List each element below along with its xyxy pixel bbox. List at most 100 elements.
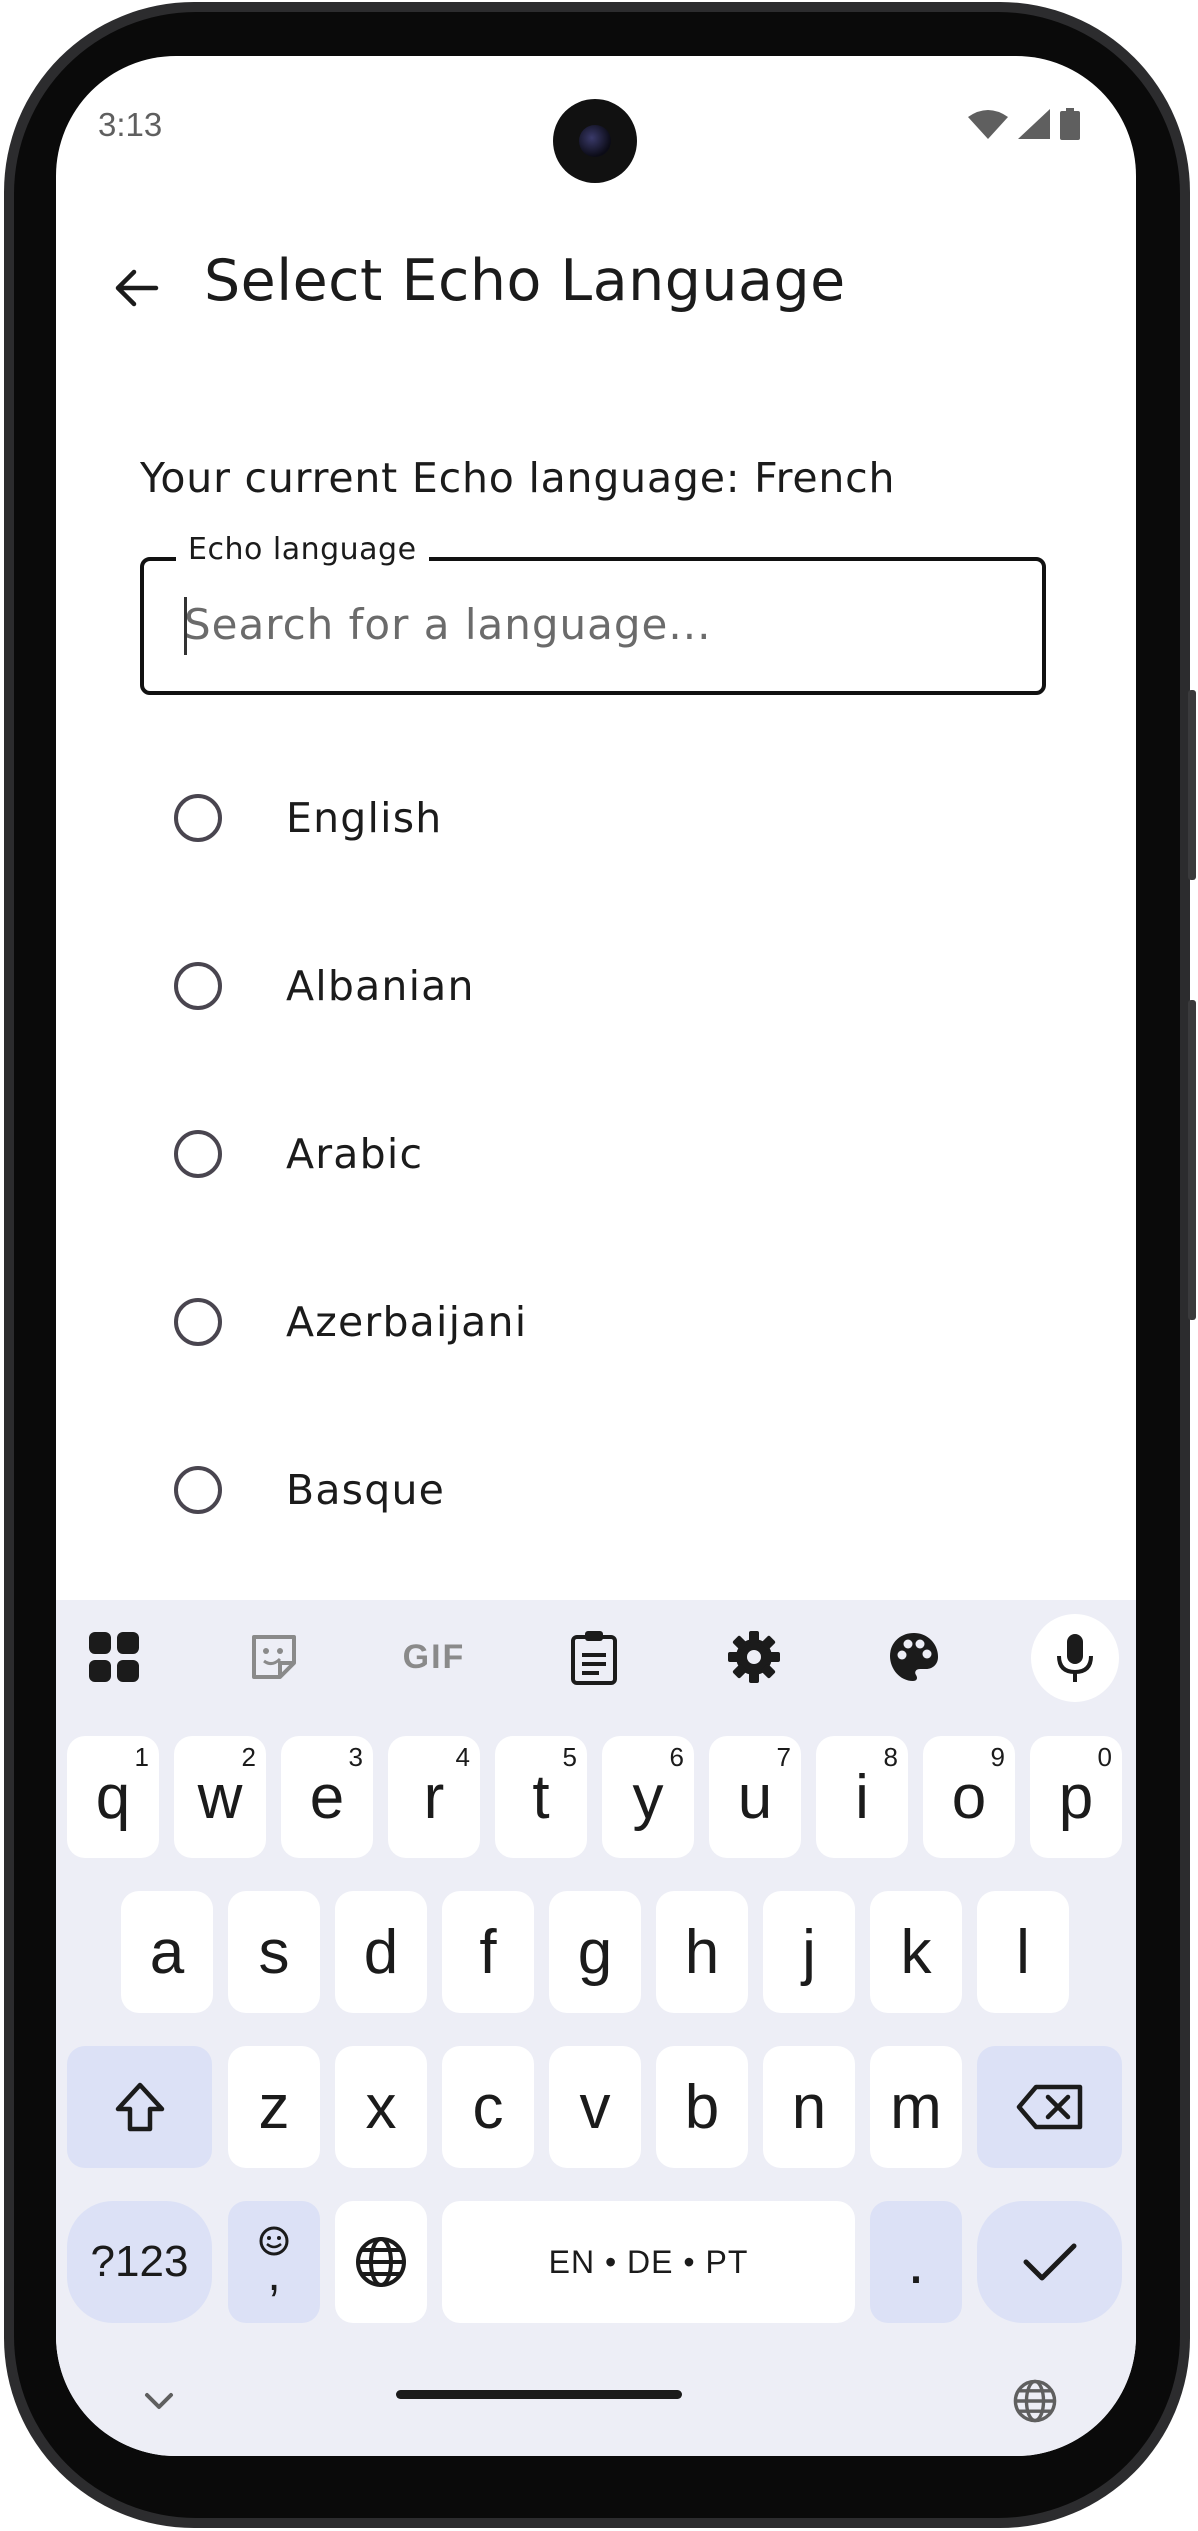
key-o[interactable]: o9 xyxy=(923,1736,1015,1858)
settings-button[interactable] xyxy=(709,1612,799,1702)
voice-input-button[interactable] xyxy=(1031,1614,1119,1702)
text-cursor xyxy=(184,597,187,655)
key-label: p xyxy=(1058,1762,1094,1832)
radio-button[interactable] xyxy=(174,1466,222,1514)
sticker-icon xyxy=(252,1635,296,1679)
shift-key[interactable] xyxy=(67,2046,212,2168)
key-z[interactable]: z xyxy=(228,2046,320,2168)
key-v[interactable]: v xyxy=(549,2046,641,2168)
language-label: Basque xyxy=(286,1466,446,1514)
clipboard-icon xyxy=(571,1631,617,1685)
theme-button[interactable] xyxy=(869,1612,959,1702)
radio-button[interactable] xyxy=(174,962,222,1010)
language-option-albanian[interactable]: Albanian xyxy=(140,926,1046,1046)
key-j[interactable]: j xyxy=(763,1891,855,2013)
key-m[interactable]: m xyxy=(870,2046,962,2168)
key-h[interactable]: h xyxy=(656,1891,748,2013)
key-e[interactable]: e3 xyxy=(281,1736,373,1858)
key-label: i xyxy=(855,1762,869,1832)
key-hint: 1 xyxy=(134,1742,149,1772)
key-hint: 5 xyxy=(562,1742,577,1772)
settings-gear-icon xyxy=(728,1631,780,1683)
language-label: Azerbaijani xyxy=(286,1298,528,1346)
key-k[interactable]: k xyxy=(870,1891,962,2013)
microphone-icon xyxy=(1057,1634,1093,1682)
key-label: w xyxy=(197,1762,243,1832)
radio-button[interactable] xyxy=(174,1130,222,1178)
current-language-text: Your current Echo language: French xyxy=(140,454,896,502)
key-hint: 0 xyxy=(1097,1742,1112,1772)
sticker-button[interactable] xyxy=(229,1612,319,1702)
key-c[interactable]: c xyxy=(442,2046,534,2168)
chevron-down-icon xyxy=(145,2393,173,2409)
key-t[interactable]: t5 xyxy=(495,1736,587,1858)
screen: 3:13 Select Echo Language Your current E… xyxy=(56,56,1136,2456)
key-b[interactable]: b xyxy=(656,2046,748,2168)
key-g[interactable]: g xyxy=(549,1891,641,2013)
key-hint: 9 xyxy=(990,1742,1005,1772)
language-search-field[interactable] xyxy=(140,557,1046,695)
language-switch-key[interactable] xyxy=(335,2201,427,2323)
radio-button[interactable] xyxy=(174,1298,222,1346)
language-option-english[interactable]: English xyxy=(140,758,1046,878)
backspace-key[interactable] xyxy=(977,2046,1122,2168)
phone-frame: 3:13 Select Echo Language Your current E… xyxy=(0,0,1198,2531)
globe-icon xyxy=(356,2237,406,2287)
key-a[interactable]: a xyxy=(121,1891,213,2013)
enter-done-key[interactable] xyxy=(977,2201,1122,2323)
key-label: t xyxy=(532,1762,550,1832)
key-u[interactable]: u7 xyxy=(709,1736,801,1858)
key-s[interactable]: s xyxy=(228,1891,320,2013)
key-w[interactable]: w2 xyxy=(174,1736,266,1858)
back-button[interactable] xyxy=(100,252,172,324)
status-icons xyxy=(968,108,1080,140)
key-hint: 8 xyxy=(883,1742,898,1772)
language-option-basque[interactable]: Basque xyxy=(140,1430,1046,1550)
hide-keyboard-button[interactable] xyxy=(119,2361,199,2441)
key-y[interactable]: y6 xyxy=(602,1736,694,1858)
key-label: o xyxy=(951,1762,987,1832)
power-button xyxy=(1188,690,1196,880)
key-x[interactable]: x xyxy=(335,2046,427,2168)
palette-icon xyxy=(890,1633,938,1681)
backspace-icon xyxy=(1016,2084,1082,2130)
symbols-key[interactable]: ?123 xyxy=(67,2201,212,2323)
search-field-label: Echo language xyxy=(176,532,429,567)
key-hint: 6 xyxy=(669,1742,684,1772)
key-hint: 7 xyxy=(776,1742,791,1772)
gif-button[interactable]: GIF xyxy=(389,1612,479,1702)
period-key[interactable]: . xyxy=(870,2201,962,2323)
status-time: 3:13 xyxy=(98,106,163,143)
key-hint: 4 xyxy=(455,1742,470,1772)
volume-button xyxy=(1188,1000,1196,1320)
apps-grid-button[interactable] xyxy=(69,1612,159,1702)
key-d[interactable]: d xyxy=(335,1891,427,2013)
shift-icon xyxy=(115,2082,164,2132)
key-label: r xyxy=(423,1762,445,1832)
wifi-icon xyxy=(968,110,1008,139)
emoji-comma-key[interactable]: , xyxy=(228,2201,320,2323)
clipboard-button[interactable] xyxy=(549,1612,639,1702)
key-i[interactable]: i8 xyxy=(816,1736,908,1858)
key-r[interactable]: r4 xyxy=(388,1736,480,1858)
comma-label: , xyxy=(267,2248,281,2301)
language-option-azerbaijani[interactable]: Azerbaijani xyxy=(140,1262,1046,1382)
page-title: Select Echo Language xyxy=(204,248,846,314)
key-f[interactable]: f xyxy=(442,1891,534,2013)
signal-icon xyxy=(1018,109,1050,139)
key-q[interactable]: q1 xyxy=(67,1736,159,1858)
key-l[interactable]: l xyxy=(977,1891,1069,2013)
key-label: q xyxy=(95,1762,131,1832)
language-option-arabic[interactable]: Arabic xyxy=(140,1094,1046,1214)
key-n[interactable]: n xyxy=(763,2046,855,2168)
checkmark-icon xyxy=(1023,2243,1076,2281)
key-hint: 2 xyxy=(241,1742,256,1772)
arrow-back-icon xyxy=(115,269,159,307)
space-bar[interactable]: EN • DE • PT xyxy=(442,2201,855,2323)
globe-icon xyxy=(1013,2379,1057,2423)
ime-switch-button[interactable] xyxy=(995,2361,1075,2441)
radio-button[interactable] xyxy=(174,794,222,842)
language-search-input[interactable] xyxy=(184,596,1004,652)
key-p[interactable]: p0 xyxy=(1030,1736,1122,1858)
home-gesture-handle[interactable] xyxy=(396,2390,682,2399)
